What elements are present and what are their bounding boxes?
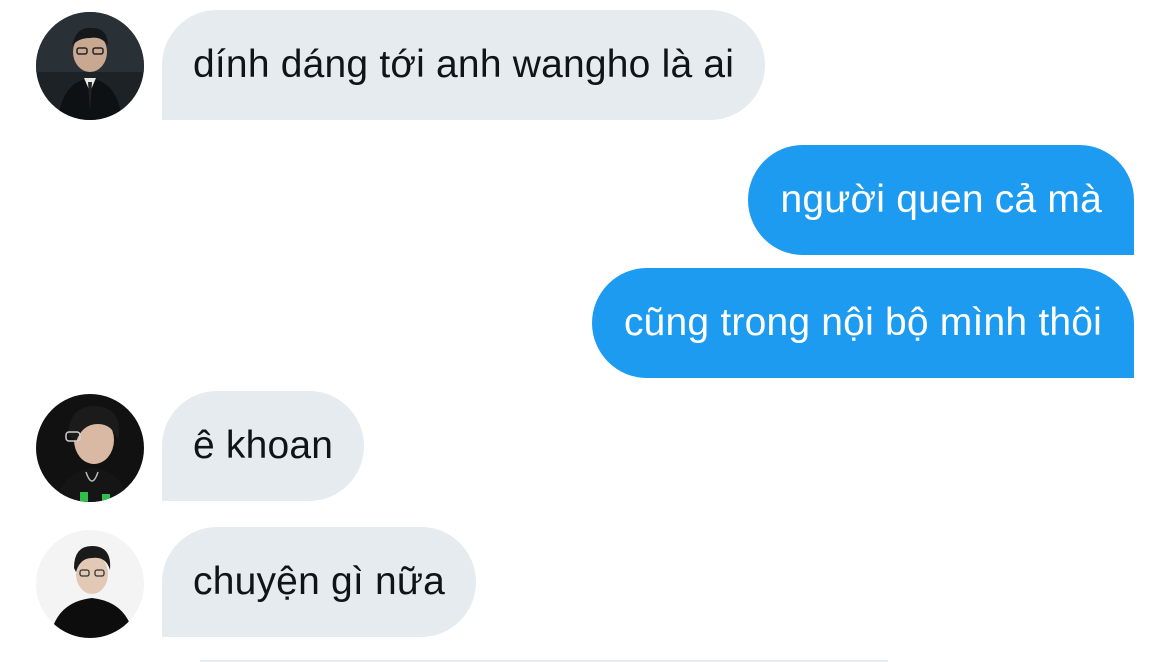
user-avatar[interactable] (36, 394, 144, 502)
outgoing-message-bubble[interactable]: người quen cả mà (748, 145, 1134, 255)
message-text: người quen cả mà (780, 178, 1102, 221)
incoming-message-bubble[interactable]: dính dáng tới anh wangho là ai (162, 10, 766, 120)
outgoing-message-bubble[interactable]: cũng trong nội bộ mình thôi (591, 268, 1134, 378)
avatar-photo (36, 394, 144, 502)
avatar-photo (36, 530, 144, 638)
message-text: ê khoan (193, 424, 334, 467)
incoming-message-bubble[interactable]: ê khoan (162, 391, 365, 501)
incoming-message-bubble[interactable]: chuyện gì nữa (162, 527, 477, 637)
user-avatar[interactable] (36, 12, 144, 120)
message-text: chuyện gì nữa (193, 560, 446, 603)
message-text: dính dáng tới anh wangho là ai (193, 43, 735, 86)
avatar-photo (36, 12, 144, 120)
user-avatar[interactable] (36, 530, 144, 638)
message-text: cũng trong nội bộ mình thôi (623, 301, 1102, 344)
